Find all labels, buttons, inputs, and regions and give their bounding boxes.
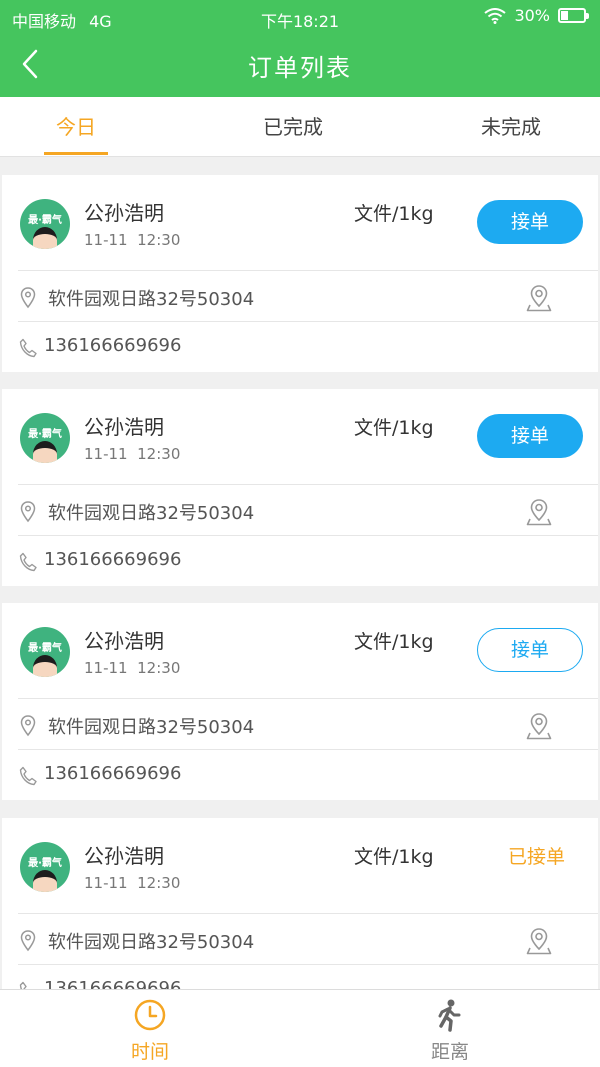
order-card[interactable]: 最·霸气 公孙浩明 11-11 12:30 文件/1kg 接单 软件园观日路32… xyxy=(2,603,598,800)
status-indicators: 30% xyxy=(484,6,589,25)
divider xyxy=(18,484,598,485)
battery-icon xyxy=(558,8,589,23)
bottom-nav-label: 距离 xyxy=(430,1041,469,1063)
avatar-face xyxy=(33,870,57,892)
bottom-nav-label: 时间 xyxy=(130,1041,169,1063)
map-location-icon[interactable] xyxy=(526,284,552,312)
phone-icon xyxy=(19,552,37,572)
avatar-face xyxy=(33,655,57,677)
accept-order-button[interactable]: 接单 xyxy=(477,200,583,244)
walking-person-icon xyxy=(438,999,461,1032)
order-datetime: 11-11 12:30 xyxy=(84,659,180,677)
avatar: 最·霸气 xyxy=(20,199,70,249)
order-datetime: 11-11 12:30 xyxy=(84,874,180,892)
divider xyxy=(18,698,598,699)
accept-order-button[interactable]: 接单 xyxy=(477,414,583,458)
location-pin-icon xyxy=(20,930,36,952)
divider xyxy=(18,535,598,536)
divider xyxy=(18,270,598,271)
phone-number[interactable]: 136166669696 xyxy=(44,763,181,784)
bottom-nav-time[interactable]: 时间 xyxy=(0,990,300,1067)
phone-number[interactable]: 136166669696 xyxy=(44,978,181,989)
map-location-icon[interactable] xyxy=(526,927,552,955)
order-date: 11-11 xyxy=(84,445,128,463)
location-pin-icon xyxy=(20,501,36,523)
package-info: 文件/1kg xyxy=(354,417,434,439)
tab-incomplete[interactable]: 未完成 xyxy=(461,97,561,157)
location-pin-icon xyxy=(20,715,36,737)
location-pin-icon xyxy=(20,287,36,309)
order-date: 11-11 xyxy=(84,231,128,249)
avatar-badge-text: 最·霸气 xyxy=(28,858,62,869)
address: 软件园观日路32号50304 xyxy=(48,932,255,953)
tab-today[interactable]: 今日 xyxy=(26,97,126,157)
address: 软件园观日路32号50304 xyxy=(48,289,255,310)
accept-order-button[interactable]: 接单 xyxy=(477,628,583,672)
package-info: 文件/1kg xyxy=(354,846,434,868)
order-time: 12:30 xyxy=(137,659,181,677)
order-time: 12:30 xyxy=(137,231,181,249)
tab-bar: 今日 已完成 未完成 xyxy=(0,97,600,157)
bottom-nav-distance[interactable]: 距离 xyxy=(300,990,600,1067)
avatar-badge-text: 最·霸气 xyxy=(28,215,62,226)
address: 软件园观日路32号50304 xyxy=(48,717,255,738)
divider xyxy=(18,321,598,322)
map-location-icon[interactable] xyxy=(526,712,552,740)
avatar-face xyxy=(33,227,57,249)
avatar: 最·霸气 xyxy=(20,842,70,892)
avatar-face xyxy=(33,441,57,463)
order-list: 最·霸气 公孙浩明 11-11 12:30 文件/1kg 接单 软件园观日路32… xyxy=(0,157,600,989)
nav-bar: 订单列表 xyxy=(0,34,600,97)
package-info: 文件/1kg xyxy=(354,203,434,225)
package-info: 文件/1kg xyxy=(354,631,434,653)
map-location-icon[interactable] xyxy=(526,498,552,526)
address: 软件园观日路32号50304 xyxy=(48,503,255,524)
avatar: 最·霸气 xyxy=(20,627,70,677)
battery-percent: 30% xyxy=(514,6,550,25)
customer-name: 公孙浩明 xyxy=(84,201,164,225)
avatar: 最·霸气 xyxy=(20,413,70,463)
phone-number[interactable]: 136166669696 xyxy=(44,549,181,570)
order-time: 12:30 xyxy=(137,445,181,463)
divider xyxy=(18,913,598,914)
customer-name: 公孙浩明 xyxy=(84,415,164,439)
order-date: 11-11 xyxy=(84,874,128,892)
divider xyxy=(18,749,598,750)
divider xyxy=(18,964,598,965)
order-time: 12:30 xyxy=(137,874,181,892)
avatar-badge-text: 最·霸气 xyxy=(28,643,62,654)
header: 中国移动 4G 下午18:21 30% 订单列表 xyxy=(0,0,600,97)
phone-icon xyxy=(19,981,27,989)
order-card[interactable]: 最·霸气 公孙浩明 11-11 12:30 文件/1kg 接单 软件园观日路32… xyxy=(2,175,598,372)
phone-number[interactable]: 136166669696 xyxy=(44,335,181,356)
clock-icon xyxy=(134,999,166,1031)
tab-completed[interactable]: 已完成 xyxy=(243,97,343,157)
wifi-icon xyxy=(484,7,507,24)
customer-name: 公孙浩明 xyxy=(84,844,164,868)
status-bar: 中国移动 4G 下午18:21 30% xyxy=(0,0,600,34)
avatar-badge-text: 最·霸气 xyxy=(28,429,62,440)
order-card[interactable]: 最·霸气 公孙浩明 11-11 12:30 文件/1kg 已接单 软件园观日路3… xyxy=(2,818,598,989)
battery-fill xyxy=(561,11,568,20)
accepted-status: 已接单 xyxy=(508,846,566,868)
order-datetime: 11-11 12:30 xyxy=(84,231,180,249)
tab-active-indicator xyxy=(44,152,108,155)
order-card[interactable]: 最·霸气 公孙浩明 11-11 12:30 文件/1kg 接单 软件园观日路32… xyxy=(2,389,598,586)
page-title: 订单列表 xyxy=(248,54,352,82)
order-date: 11-11 xyxy=(84,659,128,677)
phone-icon xyxy=(19,338,37,358)
bottom-nav: 时间 距离 xyxy=(0,989,600,1067)
phone-icon xyxy=(19,766,37,786)
customer-name: 公孙浩明 xyxy=(84,629,164,653)
order-datetime: 11-11 12:30 xyxy=(84,445,180,463)
